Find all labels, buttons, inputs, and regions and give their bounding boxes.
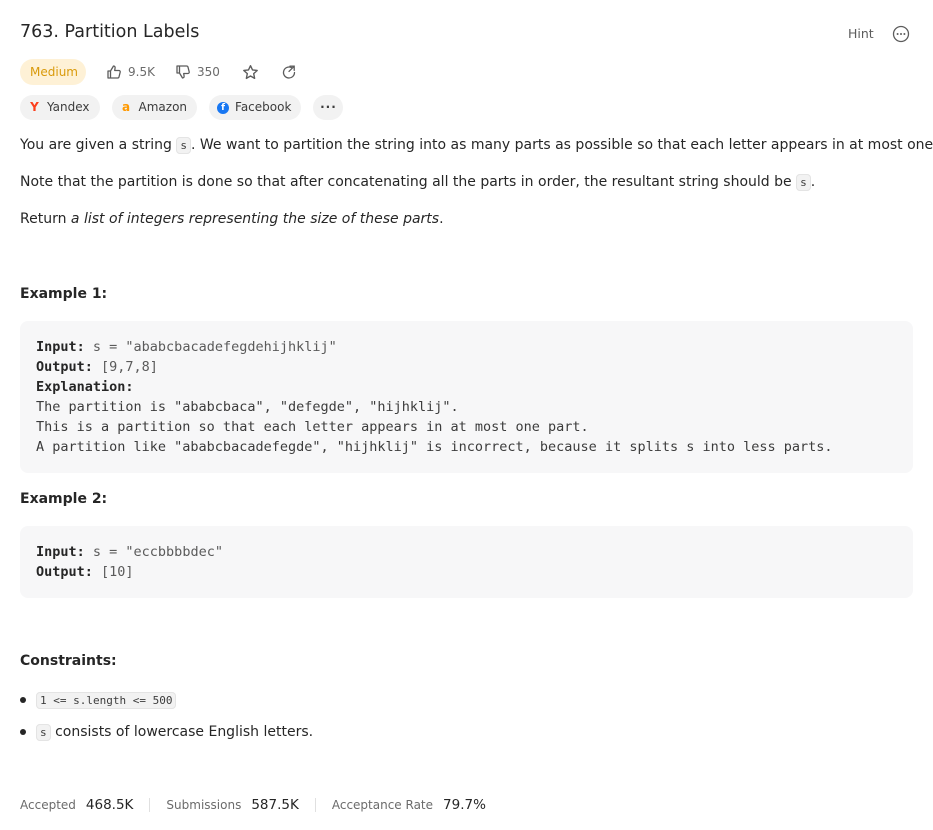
text: consists of lowercase English letters.: [50, 724, 314, 740]
explanation-line: This is a partition so that each letter …: [36, 419, 589, 435]
text: Note that the partition is done so that …: [20, 174, 797, 190]
acceptance-rate-label: Acceptance Rate: [331, 798, 434, 812]
list-item: s consists of lowercase English letters.: [20, 720, 313, 744]
share-button[interactable]: [281, 64, 297, 80]
output-label: Output:: [36, 564, 93, 580]
company-tags: Y Yandex a Amazon f Facebook ···: [20, 95, 355, 120]
meta-row: Medium 9.5K 350: [20, 59, 297, 85]
amazon-logo-icon: a: [121, 100, 131, 114]
more-options-icon[interactable]: [892, 25, 910, 43]
thumbs-down-icon: [176, 65, 190, 79]
description-paragraph-3: Return a list of integers representing t…: [20, 211, 444, 227]
tag-amazon[interactable]: a Amazon: [111, 95, 198, 120]
facebook-logo-icon: f: [217, 101, 230, 114]
example-2-block: Input: s = "eccbbbbdec" Output: [10]: [20, 526, 913, 598]
output-label: Output:: [36, 359, 93, 375]
star-icon: [242, 64, 258, 79]
example-1-block: Input: s = "ababcbacadefegdehijhklij" Ou…: [20, 321, 913, 473]
accepted-label: Accepted: [20, 798, 76, 812]
list-item: 1 <= s.length <= 500: [20, 688, 313, 712]
constraints-list: 1 <= s.length <= 500 s consists of lower…: [20, 688, 313, 752]
input-value: s = "ababcbacadefegdehijhklij": [84, 339, 337, 355]
submissions-label: Submissions: [166, 798, 242, 812]
output-value: [10]: [92, 564, 134, 580]
tag-label: Facebook: [235, 100, 292, 114]
description-paragraph-2: Note that the partition is done so that …: [20, 174, 816, 191]
accepted-value: 468.5K: [85, 797, 134, 813]
tag-yandex[interactable]: Y Yandex: [20, 95, 100, 120]
output-value: [9,7,8]: [92, 359, 158, 375]
like-count: 9.5K: [128, 65, 155, 79]
tag-label: Amazon: [138, 100, 188, 114]
yandex-logo-icon: Y: [30, 100, 39, 114]
submissions-value: 587.5K: [251, 797, 299, 813]
inline-code: s: [796, 174, 811, 191]
inline-code: s: [176, 137, 191, 154]
divider: [149, 798, 151, 812]
like-button[interactable]: 9.5K: [106, 64, 155, 80]
input-label: Input:: [36, 339, 85, 355]
submission-stats: Accepted 468.5K Submissions 587.5K Accep…: [20, 797, 486, 813]
input-label: Input:: [36, 544, 85, 560]
thumbs-up-icon: [107, 65, 121, 79]
example-1-heading: Example 1:: [20, 286, 108, 302]
favorite-button[interactable]: [242, 64, 259, 81]
page-title: 763. Partition Labels: [20, 22, 200, 42]
input-value: s = "eccbbbbdec": [84, 544, 223, 560]
explanation-line: A partition like "ababcbacadefegde", "hi…: [36, 439, 833, 455]
inline-code: s: [36, 724, 51, 741]
dislike-count: 350: [196, 65, 220, 79]
tag-label: Yandex: [47, 100, 90, 114]
explanation-label: Explanation:: [36, 379, 134, 395]
share-icon: [282, 65, 296, 79]
explanation-line: The partition is "ababcbaca", "defegde",…: [36, 399, 459, 415]
hint-button[interactable]: Hint: [848, 26, 874, 41]
dislike-button[interactable]: 350: [175, 64, 220, 80]
acceptance-rate-value: 79.7%: [443, 797, 486, 813]
text: Return: [20, 211, 71, 227]
difficulty-badge: Medium: [20, 59, 86, 85]
constraints-heading: Constraints:: [20, 653, 117, 669]
inline-code: 1 <= s.length <= 500: [36, 692, 177, 709]
tag-facebook[interactable]: f Facebook: [209, 95, 302, 120]
emphasis-text: a list of integers representing the size…: [70, 211, 440, 227]
text: You are given a string: [20, 137, 177, 153]
text: .: [439, 211, 444, 227]
description-paragraph-1: You are given a string s. We want to par…: [20, 137, 933, 154]
text: . We want to partition the string into a…: [190, 137, 933, 153]
more-tags-button[interactable]: ···: [313, 95, 344, 120]
example-2-heading: Example 2:: [20, 491, 108, 507]
divider: [314, 798, 316, 812]
text: .: [810, 174, 816, 190]
